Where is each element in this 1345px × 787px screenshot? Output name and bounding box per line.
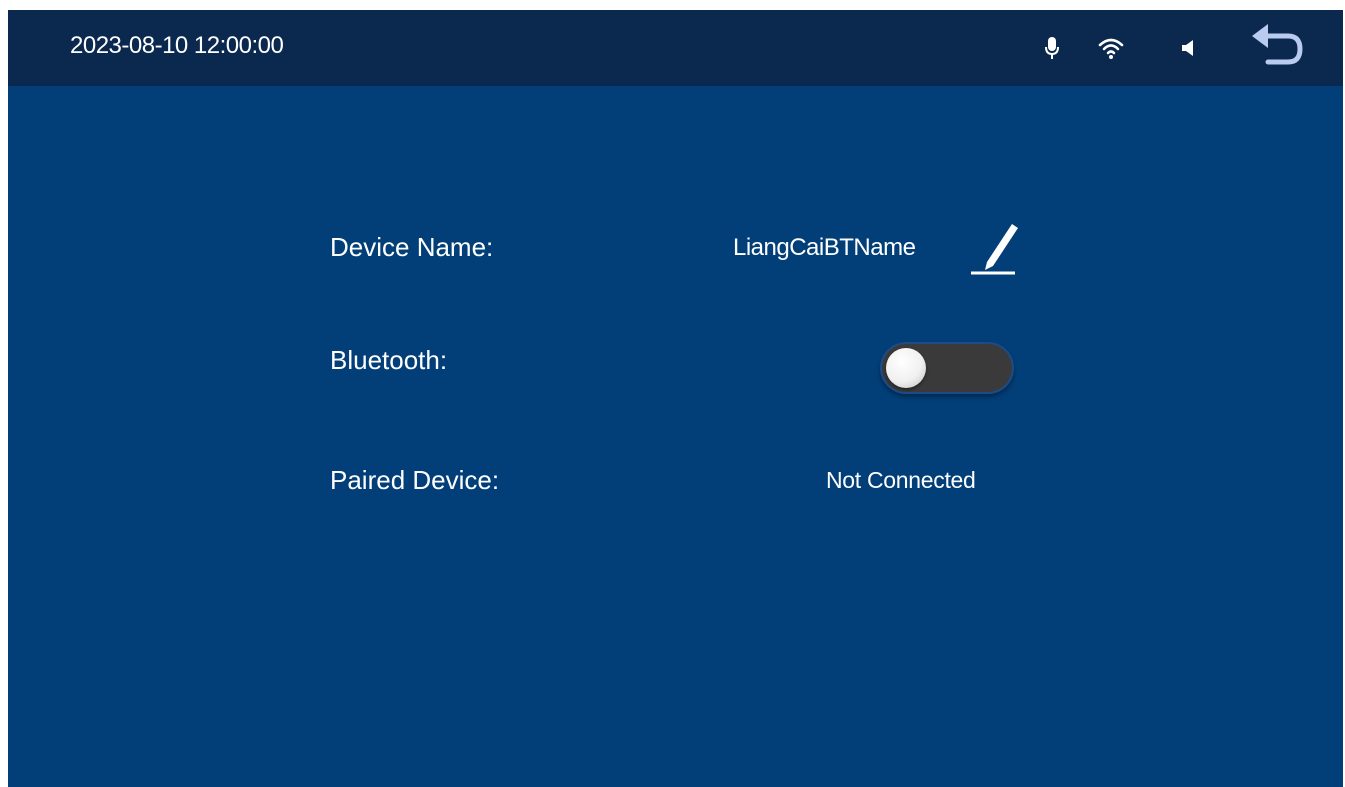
paired-device-label: Paired Device:: [330, 465, 500, 495]
wifi-icon: [1098, 30, 1124, 66]
toggle-thumb: [886, 348, 926, 388]
paired-device-status: Not Connected: [826, 467, 976, 493]
back-icon[interactable]: [1248, 22, 1308, 70]
mic-icon: [1044, 30, 1060, 66]
bluetooth-label: Bluetooth:: [330, 345, 448, 375]
speaker-icon: [1180, 30, 1196, 66]
datetime: 2023-08-10 12:00:00: [70, 32, 284, 59]
status-bar: 2023-08-10 12:00:00: [8, 10, 1343, 86]
device-name-label: Device Name:: [330, 232, 494, 262]
bluetooth-toggle[interactable]: [880, 342, 1014, 394]
device-name-value: LiangCaiBTName: [733, 234, 916, 261]
bluetooth-settings-screen: 2023-08-10 12:00:00 Device Name: LiangCa…: [8, 10, 1343, 787]
edit-pencil-icon[interactable]: [965, 214, 1019, 276]
